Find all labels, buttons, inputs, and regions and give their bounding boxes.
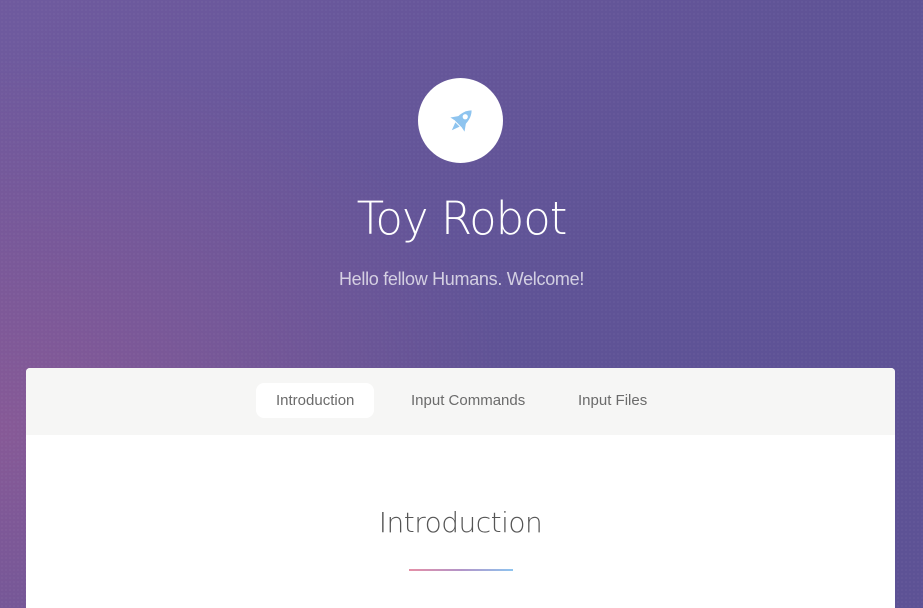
section-divider	[409, 569, 513, 571]
tab-bar: Introduction Input Commands Input Files	[26, 368, 895, 435]
page-subtitle: Hello fellow Humans. Welcome!	[338, 269, 585, 289]
content-card: Introduction Input Commands Input Files …	[26, 368, 895, 608]
rocket-icon	[443, 103, 479, 139]
hero-header: Toy Robot Hello fellow Humans. Welcome!	[0, 0, 923, 368]
tab-input-commands[interactable]: Input Commands	[391, 383, 545, 418]
tab-input-files[interactable]: Input Files	[558, 383, 667, 418]
tab-introduction[interactable]: Introduction	[256, 383, 375, 418]
logo-badge	[418, 78, 503, 163]
page-title: Toy Robot	[356, 192, 568, 245]
section-title: Introduction	[378, 506, 543, 539]
